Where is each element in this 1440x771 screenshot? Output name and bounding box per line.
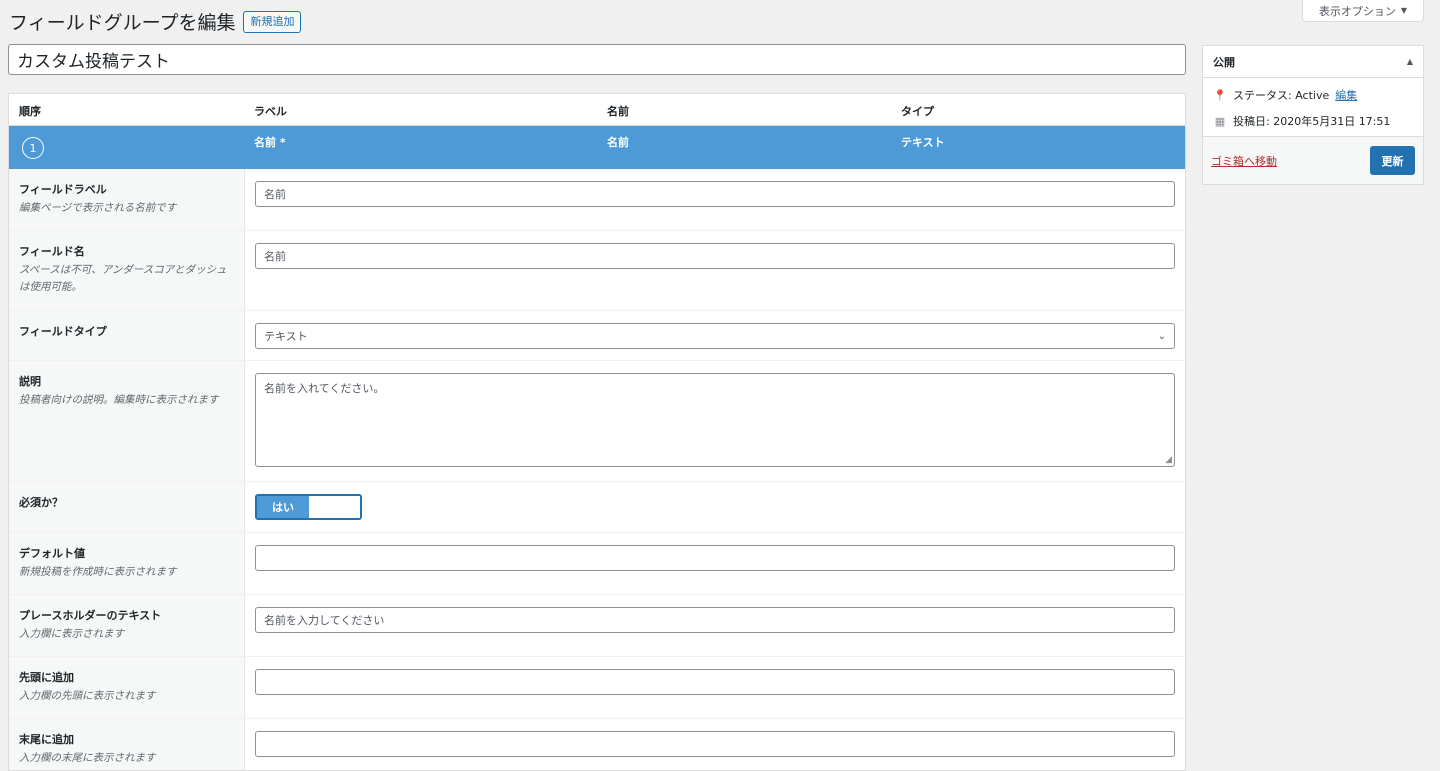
setting-description: 投稿者向けの説明。編集時に表示されます — [19, 394, 219, 406]
update-button[interactable]: 更新 — [1370, 146, 1415, 175]
setting-row-required: 必須か？ はい — [9, 482, 1185, 533]
field-settings: フィールドラベル 編集ページで表示される名前です 名前 フィールド名 スペースは… — [9, 169, 1185, 770]
field-label-input[interactable]: 名前 — [255, 181, 1175, 207]
setting-label-cell: 先頭に追加 入力欄の先頭に表示されます — [9, 657, 245, 718]
placeholder-input[interactable]: 名前を入力してください — [255, 607, 1175, 633]
screen-options-label: 表示オプション — [1318, 4, 1396, 18]
setting-label: 説明 — [19, 375, 41, 388]
setting-row-description: 説明 投稿者向けの説明。編集時に表示されます 名前を入れてください。 ◢ — [9, 361, 1185, 482]
setting-label-cell: 説明 投稿者向けの説明。編集時に表示されます — [9, 361, 245, 481]
setting-label-cell: 必須か？ — [9, 482, 245, 532]
setting-label-cell: プレースホルダーのテキスト 入力欄に表示されます — [9, 595, 245, 656]
setting-label: フィールドラベル — [19, 183, 107, 196]
setting-label-cell: フィールドタイプ — [9, 311, 245, 360]
setting-description: スペースは不可、アンダースコアとダッシュは使用可能。 — [19, 264, 227, 293]
chevron-down-icon: ⌄ — [1157, 330, 1166, 342]
caret-down-icon: ▼ — [1400, 6, 1408, 15]
resize-handle-icon[interactable]: ◢ — [1165, 455, 1172, 465]
description-text: 名前を入れてください。 — [264, 382, 385, 395]
field-row-type: テキスト — [901, 136, 945, 149]
page-header: フィールドグループを編集 新規追加 — [9, 8, 302, 35]
setting-description: 入力欄の末尾に表示されます — [19, 752, 156, 764]
publish-box: 公開 ▲ 📍 ステータス: Active 編集 ▦ 投稿日: 2020年5月31… — [1202, 45, 1424, 185]
publish-header[interactable]: 公開 ▲ — [1203, 46, 1423, 78]
append-input[interactable] — [255, 731, 1175, 757]
setting-description: 入力欄の先頭に表示されます — [19, 690, 156, 702]
setting-label: 先頭に追加 — [19, 671, 74, 684]
field-type-value: テキスト — [264, 330, 308, 343]
publish-date: ▦ 投稿日: 2020年5月31日 17:51 — [1203, 108, 1423, 134]
caret-up-icon[interactable]: ▲ — [1407, 57, 1413, 66]
setting-description: 編集ページで表示される名前です — [19, 202, 177, 214]
column-label: ラベル — [254, 105, 287, 118]
setting-label: デフォルト値 — [19, 547, 85, 560]
toggle-on-label: はい — [257, 496, 309, 518]
setting-row-append: 末尾に追加 入力欄の末尾に表示されます — [9, 719, 1185, 770]
column-name: 名前 — [607, 105, 629, 118]
screen-options-button[interactable]: 表示オプション ▼ — [1302, 0, 1424, 22]
field-row-label: 名前 * — [254, 136, 286, 149]
default-value-input[interactable] — [255, 545, 1175, 571]
setting-label-cell: デフォルト値 新規投稿を作成時に表示されます — [9, 533, 245, 594]
field-name-input[interactable]: 名前 — [255, 243, 1175, 269]
setting-label: プレースホルダーのテキスト — [19, 609, 162, 622]
fields-box: 順序 ラベル 名前 タイプ 1 名前 * 名前 テキスト フィールドラベル 編集… — [8, 93, 1186, 771]
setting-description: 新規投稿を作成時に表示されます — [19, 566, 177, 578]
publish-status: 📍 ステータス: Active 編集 — [1203, 82, 1423, 108]
required-toggle[interactable]: はい — [255, 494, 362, 520]
setting-row-prepend: 先頭に追加 入力欄の先頭に表示されます — [9, 657, 1185, 719]
column-order: 順序 — [19, 105, 41, 118]
field-row-name: 名前 — [607, 136, 629, 149]
setting-label: 必須か？ — [19, 496, 63, 509]
page-title: フィールドグループを編集 — [9, 12, 236, 34]
prepend-input[interactable] — [255, 669, 1175, 695]
setting-label: フィールドタイプ — [19, 325, 107, 338]
group-title-input[interactable]: カスタム投稿テスト — [8, 44, 1186, 75]
publish-title: 公開 — [1213, 55, 1235, 69]
field-type-select[interactable]: テキスト ⌄ — [255, 323, 1175, 349]
setting-label: フィールド名 — [19, 245, 85, 258]
publish-actions: ゴミ箱へ移動 更新 — [1203, 136, 1423, 184]
setting-row-placeholder: プレースホルダーのテキスト 入力欄に表示されます 名前を入力してください — [9, 595, 1185, 657]
field-order-badge[interactable]: 1 — [22, 137, 44, 159]
add-new-button[interactable]: 新規追加 — [243, 10, 302, 33]
setting-row-default-value: デフォルト値 新規投稿を作成時に表示されます — [9, 533, 1185, 595]
setting-label: 末尾に追加 — [19, 733, 74, 746]
setting-label-cell: フィールドラベル 編集ページで表示される名前です — [9, 169, 245, 230]
description-textarea[interactable]: 名前を入れてください。 ◢ — [255, 373, 1175, 467]
setting-row-field-name: フィールド名 スペースは不可、アンダースコアとダッシュは使用可能。 名前 — [9, 231, 1185, 311]
setting-label-cell: フィールド名 スペースは不可、アンダースコアとダッシュは使用可能。 — [9, 231, 245, 310]
calendar-icon: ▦ — [1214, 114, 1226, 128]
setting-description: 入力欄に表示されます — [19, 628, 124, 640]
fields-column-header: 順序 ラベル 名前 タイプ — [9, 94, 1185, 126]
setting-row-field-label: フィールドラベル 編集ページで表示される名前です 名前 — [9, 169, 1185, 231]
column-type: タイプ — [901, 105, 934, 118]
status-text: ステータス: Active — [1233, 89, 1330, 102]
move-to-trash-link[interactable]: ゴミ箱へ移動 — [1211, 153, 1277, 169]
status-edit-link[interactable]: 編集 — [1335, 87, 1357, 103]
setting-label-cell: 末尾に追加 入力欄の末尾に表示されます — [9, 719, 245, 770]
pin-icon: 📍 — [1213, 88, 1227, 102]
field-row-header[interactable]: 1 名前 * 名前 テキスト — [9, 126, 1185, 169]
date-text: 投稿日: 2020年5月31日 17:51 — [1233, 115, 1391, 128]
setting-row-field-type: フィールドタイプ テキスト ⌄ — [9, 311, 1185, 361]
toggle-off-area — [309, 496, 360, 518]
